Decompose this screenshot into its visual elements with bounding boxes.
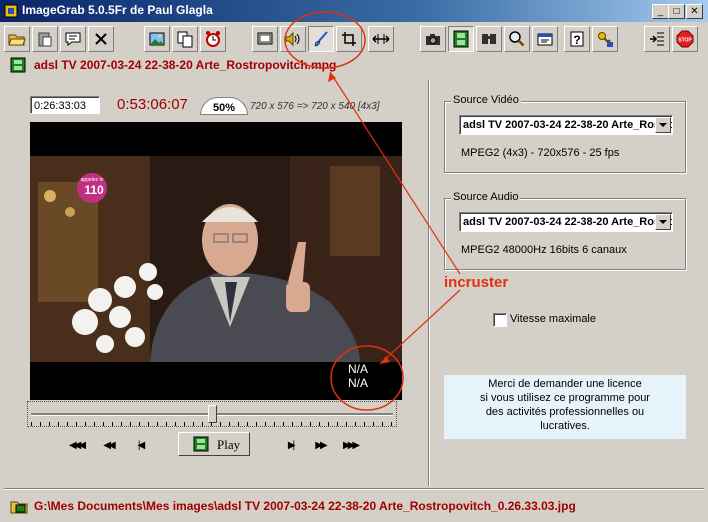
source-video-info: MPEG2 (4x3) - 720x576 - 25 fps	[461, 147, 620, 159]
max-speed-checkbox[interactable]	[493, 313, 507, 327]
stop-icon: STOP	[676, 30, 694, 48]
search-button[interactable]	[476, 26, 502, 52]
copy-button[interactable]	[172, 26, 198, 52]
current-time-field[interactable]: 0:26:33:03	[30, 96, 100, 114]
register-button[interactable]	[592, 26, 618, 52]
play-button[interactable]: Play	[178, 432, 250, 456]
step-forward-button[interactable]: ▶|	[280, 438, 300, 454]
key-icon	[598, 32, 613, 47]
comment-button[interactable]	[60, 26, 86, 52]
license-notice: Merci de demander une licence si vous ut…	[444, 375, 686, 439]
slider-thumb[interactable]	[207, 405, 217, 423]
forward-button[interactable]: ▶▶	[310, 438, 330, 454]
video-mode-button[interactable]	[448, 26, 474, 52]
insert-image-button[interactable]	[144, 26, 170, 52]
copy-icon	[177, 31, 193, 48]
app-icon	[4, 4, 18, 18]
file-name: adsl TV 2007-03-24 22-38-20 Arte_Rostrop…	[34, 58, 337, 72]
source-video-value: adsl TV 2007-03-24 22-38-20 Arte_Rostrop…	[463, 119, 673, 131]
source-audio-info: MPEG2 48000Hz 16bits 6 canaux	[461, 244, 627, 256]
filmstrip-icon	[453, 30, 469, 48]
filmstrip-icon	[10, 57, 26, 73]
crop-icon	[342, 32, 356, 46]
stop-button[interactable]: STOP	[672, 26, 698, 52]
stretch-button[interactable]	[368, 26, 394, 52]
help-icon: ?	[570, 31, 584, 47]
screen-icon	[257, 32, 273, 45]
zoom-button[interactable]	[504, 26, 530, 52]
speaker-icon	[285, 31, 300, 47]
stop-icon-label: STOP	[678, 38, 692, 44]
forward-fast-button[interactable]: ▶▶▶	[340, 438, 360, 454]
license-line-2: si vous utilisez ce programme pour	[480, 392, 650, 404]
annotation-label: incruster	[444, 274, 509, 291]
overlay-line-2: N/A	[348, 376, 369, 390]
binoculars-icon	[482, 34, 496, 44]
overlay-line-1: N/A	[348, 362, 369, 376]
window-title: ImageGrab 5.0.5Fr de Paul Glagla	[22, 3, 213, 17]
comment-icon	[65, 32, 81, 46]
paste-icon	[38, 32, 52, 47]
toolbar: ? STOP	[0, 24, 708, 54]
sound-button[interactable]	[280, 26, 306, 52]
output-path: G:\Mes Documents\Mes images\adsl TV 2007…	[34, 499, 576, 513]
maximize-button[interactable]: □	[668, 4, 685, 19]
settings-button[interactable]	[532, 26, 558, 52]
source-audio-legend: Source Audio	[451, 191, 521, 203]
max-speed-label: Vitesse maximale	[510, 313, 596, 325]
license-line-1: Merci de demander une licence	[488, 378, 642, 390]
alarm-clock-icon	[206, 31, 220, 47]
brush-icon	[314, 31, 328, 47]
exit-list-button[interactable]	[644, 26, 670, 52]
zoom-indicator[interactable]: 50%	[200, 97, 248, 115]
duration-label: 0:53:06:07	[117, 96, 188, 113]
chevron-down-icon[interactable]	[655, 117, 671, 133]
vertical-divider	[428, 80, 430, 486]
play-label: Play	[217, 437, 241, 452]
capture-button[interactable]	[420, 26, 446, 52]
rewind-button[interactable]: ◀◀	[98, 438, 118, 454]
overlay-text: N/A N/A	[348, 362, 368, 390]
camera-icon	[426, 34, 440, 45]
source-video-legend: Source Vidéo	[451, 94, 521, 106]
license-line-4: lucratives.	[540, 420, 590, 432]
source-video-group: Source Vidéo adsl TV 2007-03-24 22-38-20…	[444, 94, 686, 173]
overlay-brush-button[interactable]	[308, 26, 334, 52]
folder-open-icon	[8, 34, 26, 46]
svg-text:?: ?	[573, 33, 580, 47]
video-preview[interactable]: appelez le 110	[30, 122, 402, 400]
delete-button[interactable]	[88, 26, 114, 52]
source-audio-select[interactable]: adsl TV 2007-03-24 22-38-20 Arte_Rostrop…	[459, 212, 673, 232]
settings-icon	[537, 33, 553, 46]
horizontal-divider	[4, 488, 704, 490]
open-file-button[interactable]	[4, 26, 30, 52]
chevron-down-icon[interactable]	[655, 214, 671, 230]
step-back-button[interactable]: |◀	[130, 438, 150, 454]
screen-button[interactable]	[252, 26, 278, 52]
dimensions-label: 720 x 576 => 720 x 540 [4x3]	[250, 101, 380, 112]
source-audio-group: Source Audio adsl TV 2007-03-24 22-38-20…	[444, 191, 686, 270]
timer-button[interactable]	[200, 26, 226, 52]
image-icon	[149, 32, 165, 46]
close-button[interactable]: ✕	[686, 4, 703, 19]
crop-button[interactable]	[336, 26, 362, 52]
filmstrip-icon	[193, 436, 209, 452]
position-slider[interactable]	[27, 401, 397, 427]
source-video-select[interactable]: adsl TV 2007-03-24 22-38-20 Arte_Rostrop…	[459, 115, 673, 135]
minimize-button[interactable]: _	[652, 4, 669, 19]
title-bar[interactable]: ImageGrab 5.0.5Fr de Paul Glagla _ □ ✕	[0, 0, 708, 22]
magnify-icon	[509, 31, 525, 47]
cross-icon	[95, 33, 107, 45]
source-audio-value: adsl TV 2007-03-24 22-38-20 Arte_Rostrop…	[463, 216, 673, 228]
stretch-icon	[372, 34, 390, 44]
rewind-fast-button[interactable]: ◀◀◀	[66, 438, 86, 454]
video-badge: 110	[84, 183, 104, 197]
video-frame: appelez le 110	[30, 122, 402, 400]
exit-list-icon	[650, 32, 664, 46]
save-image-icon	[10, 501, 28, 514]
paste-button[interactable]	[32, 26, 58, 52]
help-button[interactable]: ?	[564, 26, 590, 52]
license-line-3: des activités professionnelles ou	[485, 406, 645, 418]
